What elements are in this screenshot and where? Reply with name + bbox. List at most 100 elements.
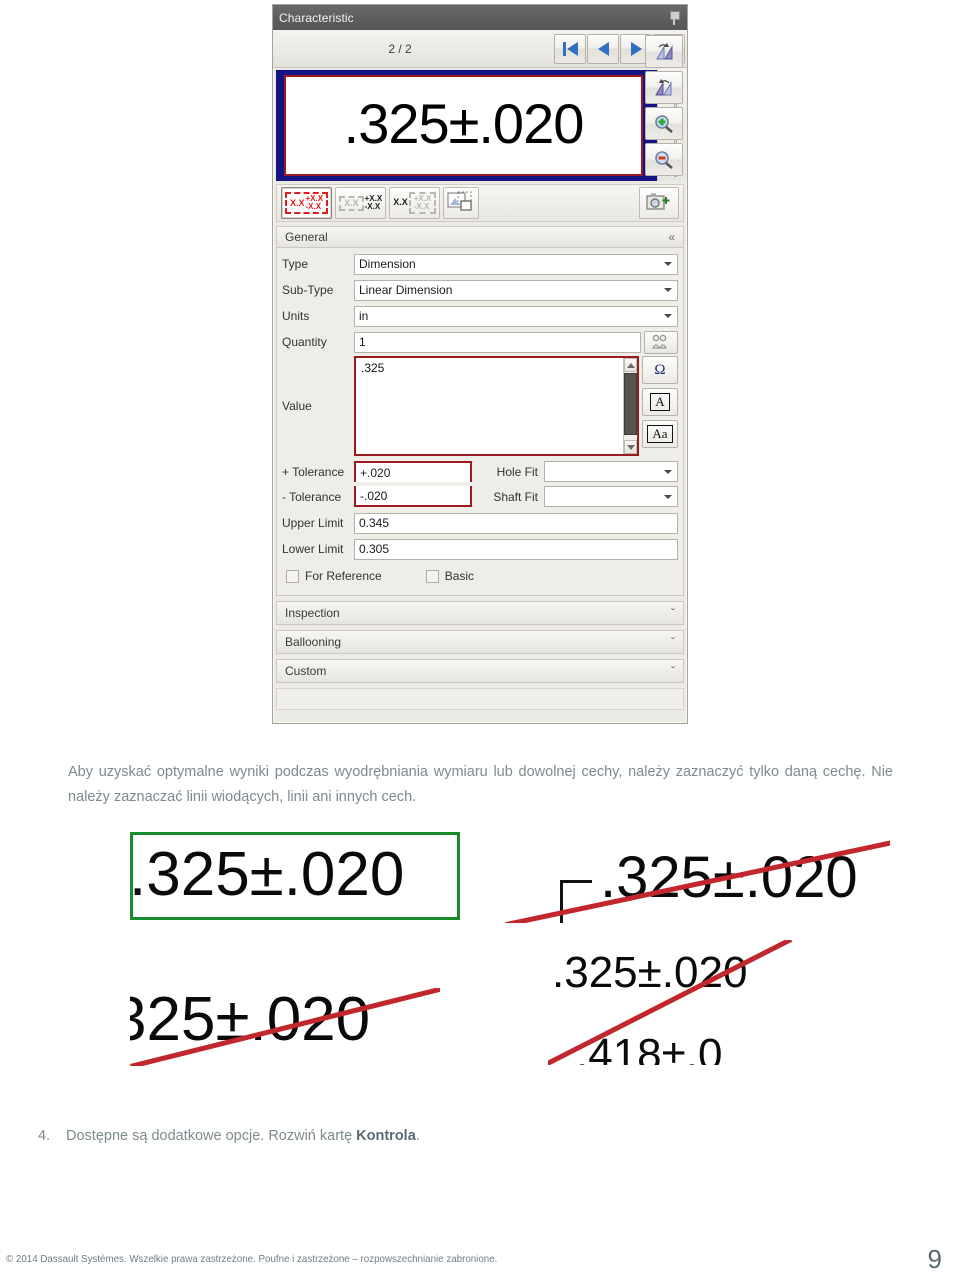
footer-copyright: © 2014 Dassault Systèmes. Wszelkie prawa… <box>6 1253 498 1265</box>
example-extra-dimension: .325±.020 .418±.0 <box>548 940 798 1065</box>
chevron-down-icon[interactable]: ˇ <box>671 664 675 678</box>
tolerance-mode-image-button[interactable] <box>443 187 480 219</box>
leader-line-horizontal <box>560 880 592 883</box>
upper-limit-value: 0.345 <box>359 516 390 530</box>
image-crop-icon <box>447 191 472 211</box>
tolerance-mode-limits-button[interactable]: X.X +X.X -X.X <box>335 187 387 219</box>
scroll-down-button[interactable] <box>624 440 637 454</box>
scroll-up-button[interactable] <box>624 358 637 372</box>
tolerance-bilateral-icon: +X.X -X.X <box>408 191 437 215</box>
section-ballooning-header[interactable]: Ballooning ˇ <box>276 630 684 654</box>
characteristic-panel: Characteristic 2 / 2 .325±.020 X.X +X.X … <box>272 4 688 724</box>
value-textarea[interactable]: .325 <box>354 356 639 456</box>
type-select[interactable]: Dimension <box>354 253 678 275</box>
example-with-leader-line: .325±.020 <box>505 838 890 923</box>
first-record-button[interactable] <box>554 33 586 64</box>
basic-checkbox[interactable] <box>425 569 439 583</box>
section-general-header[interactable]: General « <box>276 226 684 248</box>
tolerance-mode-bilateral-button[interactable]: X.X +X.X -X.X <box>389 187 441 219</box>
chevron-down-icon <box>664 469 672 474</box>
step-item: 4. Dostępne są dodatkowe opcje. Rozwiń ka… <box>38 1128 738 1144</box>
tolerance-limits-values: +X.X -X.X <box>364 193 383 211</box>
chevron-up-icon <box>626 362 635 368</box>
capture-icon <box>646 193 670 210</box>
omega-icon: Ω <box>654 361 666 378</box>
example-partial-text: 325±.020 <box>130 988 371 1054</box>
step-text-first: Dostępne są dodatkowe opcje. Rozwiń kart… <box>66 1128 357 1144</box>
preview-canvas[interactable]: .325±.020 <box>276 70 657 181</box>
rotate-left-button[interactable] <box>645 35 683 68</box>
fit-group: Hole Fit Shaft Fit <box>472 459 678 509</box>
minus-tolerance-value: -.020 <box>356 486 470 505</box>
panel-footer-strip <box>276 688 684 710</box>
symbol-omega-button[interactable]: Ω <box>642 356 678 384</box>
subtype-select[interactable]: Linear Dimension <box>354 279 678 301</box>
section-general: General « Type Dimension Sub-Type Linear… <box>276 226 684 596</box>
field-row-subtype: Sub-Type Linear Dimension <box>282 278 678 302</box>
value-scrollbar[interactable] <box>623 358 637 454</box>
field-row-shaft-fit: Shaft Fit <box>472 484 678 509</box>
multi-instance-icon <box>651 334 668 349</box>
step-text-emphasis: Kontrola <box>356 1128 416 1144</box>
field-row-quantity: Quantity 1 <box>282 330 678 354</box>
chevron-down-icon[interactable]: ˇ <box>671 606 675 620</box>
subtype-value: Linear Dimension <box>359 283 453 297</box>
tolerance-group: + Tolerance +.020 - Tolerance -.020 <box>282 459 472 509</box>
record-navigation-bar: 2 / 2 <box>273 30 687 68</box>
scrollbar-thumb[interactable] <box>624 373 637 435</box>
tolerance-mode-plus-minus-button[interactable]: X.X +X.X -X.X <box>281 187 333 219</box>
section-custom-header[interactable]: Custom ˇ <box>276 659 684 683</box>
units-label: Units <box>282 309 310 323</box>
tolerance-format-toolbar: X.X +X.X -X.X X.X +X.X -X.X X.X +X.X -X.X <box>276 184 684 222</box>
value-text: .325 <box>361 361 385 375</box>
pin-icon[interactable] <box>667 10 681 26</box>
upper-limit-input[interactable]: 0.345 <box>354 512 678 534</box>
zoom-out-button[interactable] <box>645 143 683 176</box>
chevron-down-icon <box>664 314 672 318</box>
tolerance-plus-minus-icon: X.X +X.X -X.X <box>285 191 329 215</box>
image-tools-toolbar <box>645 35 685 176</box>
capture-button[interactable] <box>639 187 679 219</box>
units-value: in <box>359 309 369 323</box>
section-custom-title: Custom <box>285 664 327 678</box>
for-reference-checkbox[interactable] <box>286 569 299 583</box>
rotate-right-button[interactable] <box>645 71 683 104</box>
units-select[interactable]: in <box>354 305 678 327</box>
previous-record-button[interactable] <box>587 33 619 64</box>
leader-line-vertical <box>560 880 563 923</box>
lower-limit-label: Lower Limit <box>282 542 344 556</box>
section-general-body: Type Dimension Sub-Type Linear Dimension… <box>276 248 684 596</box>
quantity-input[interactable]: 1 <box>354 331 641 353</box>
chevron-down-icon[interactable]: ˇ <box>671 635 675 649</box>
font-uppercase-button[interactable]: A <box>642 388 678 416</box>
minus-tolerance-input[interactable]: -.020 <box>354 486 472 507</box>
hole-fit-select[interactable] <box>544 461 678 482</box>
plus-tolerance-input[interactable]: +.020 <box>354 461 472 482</box>
chevron-down-icon <box>664 262 672 266</box>
field-row-hole-fit: Hole Fit <box>472 459 678 484</box>
step-number: 4. <box>38 1128 51 1144</box>
section-ballooning-title: Ballooning <box>285 635 342 649</box>
shaft-fit-select[interactable] <box>544 486 678 507</box>
checkbox-row: For Reference Basic <box>282 563 678 589</box>
example-partial-crop: 325±.020 <box>130 988 440 1066</box>
zoom-in-icon <box>655 114 673 133</box>
zoom-in-button[interactable] <box>645 107 683 140</box>
section-general-title: General <box>285 230 328 244</box>
chevron-up-icon[interactable]: « <box>668 231 675 243</box>
multi-instance-button[interactable] <box>644 330 678 354</box>
example-correct-text: .325±.020 <box>130 840 405 909</box>
minus-tolerance-label: - Tolerance <box>282 489 342 504</box>
field-row-type: Type Dimension <box>282 252 678 276</box>
subtype-label: Sub-Type <box>282 283 334 297</box>
page-number: 9 <box>927 1244 942 1274</box>
field-row-units: Units in <box>282 304 678 328</box>
lower-limit-input[interactable]: 0.305 <box>354 538 678 560</box>
panel-title-bar: Characteristic <box>273 5 687 30</box>
value-toolbar: Ω A Aa <box>642 356 678 456</box>
section-inspection-header[interactable]: Inspection ˇ <box>276 601 684 625</box>
value-label: Value <box>282 399 312 413</box>
font-mixedcase-button[interactable]: Aa <box>642 420 678 448</box>
rotate-left-icon <box>656 42 673 59</box>
type-value: Dimension <box>359 257 416 271</box>
